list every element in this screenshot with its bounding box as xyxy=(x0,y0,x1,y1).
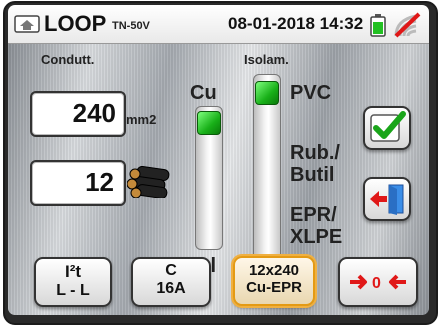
cables-field[interactable]: 12 xyxy=(30,160,126,206)
cable-button-line1: 12x240 xyxy=(248,262,300,279)
cable-bundle-icon xyxy=(126,165,173,199)
conductor-label: Condutt. xyxy=(41,52,95,67)
material-slider[interactable] xyxy=(195,106,223,250)
app-window: LOOP TN-50V 08-01-2018 14:32 Condutt. Is… xyxy=(0,0,440,325)
svg-text:0: 0 xyxy=(372,275,381,292)
zero-adjust-button[interactable]: 0 xyxy=(338,257,418,307)
page-title: LOOP xyxy=(44,11,107,36)
main-panel: Condutt. Isolam. 240 mm2 12 Cu PVC Rub./… xyxy=(8,44,429,315)
fuse-button-line2: 16A xyxy=(156,280,186,297)
exit-button[interactable] xyxy=(363,177,411,221)
insulation-label: Isolam. xyxy=(244,52,289,67)
home-icon[interactable] xyxy=(14,14,40,34)
confirm-button[interactable] xyxy=(363,106,411,150)
battery-icon xyxy=(370,14,386,37)
i2t-button-line2: L - L xyxy=(56,282,90,299)
insulation-option-epr-text: EPR/ XLPE xyxy=(290,204,343,248)
cables-value: 12 xyxy=(85,167,114,197)
insulation-option-rubber-text: Rub./ Butil xyxy=(290,142,340,186)
fuse-button-line1: C xyxy=(165,262,177,279)
wireless-off-icon xyxy=(392,10,422,40)
checkmark-icon xyxy=(370,111,406,142)
material-slider-knob[interactable] xyxy=(197,111,221,135)
section-field[interactable]: 240 xyxy=(30,91,126,137)
i2t-button-line1: I²t xyxy=(64,262,82,281)
exit-door-icon xyxy=(370,184,404,215)
insulation-option-pvc[interactable]: PVC xyxy=(290,82,331,105)
insulation-slider-knob[interactable] xyxy=(255,81,279,105)
zero-adjust-icon: 0 xyxy=(350,274,406,292)
mode-label: TN-50V xyxy=(112,20,150,32)
datetime: 08-01-2018 14:32 xyxy=(228,14,364,33)
status-bar: LOOP TN-50V 08-01-2018 14:32 xyxy=(8,5,429,44)
insulation-option-rubber[interactable]: Rub./ Butil xyxy=(290,142,340,186)
i2t-button[interactable]: I²t L - L xyxy=(34,257,112,307)
section-unit: mm2 xyxy=(126,112,157,127)
section-value: 240 xyxy=(72,98,116,128)
material-cu-label: Cu xyxy=(190,82,217,104)
insulation-option-epr[interactable]: EPR/ XLPE xyxy=(290,204,342,248)
fuse-button[interactable]: C 16A xyxy=(131,257,211,307)
cable-button-line2: Cu-EPR xyxy=(246,279,302,296)
cable-button[interactable]: 12x240 Cu-EPR xyxy=(233,256,315,306)
